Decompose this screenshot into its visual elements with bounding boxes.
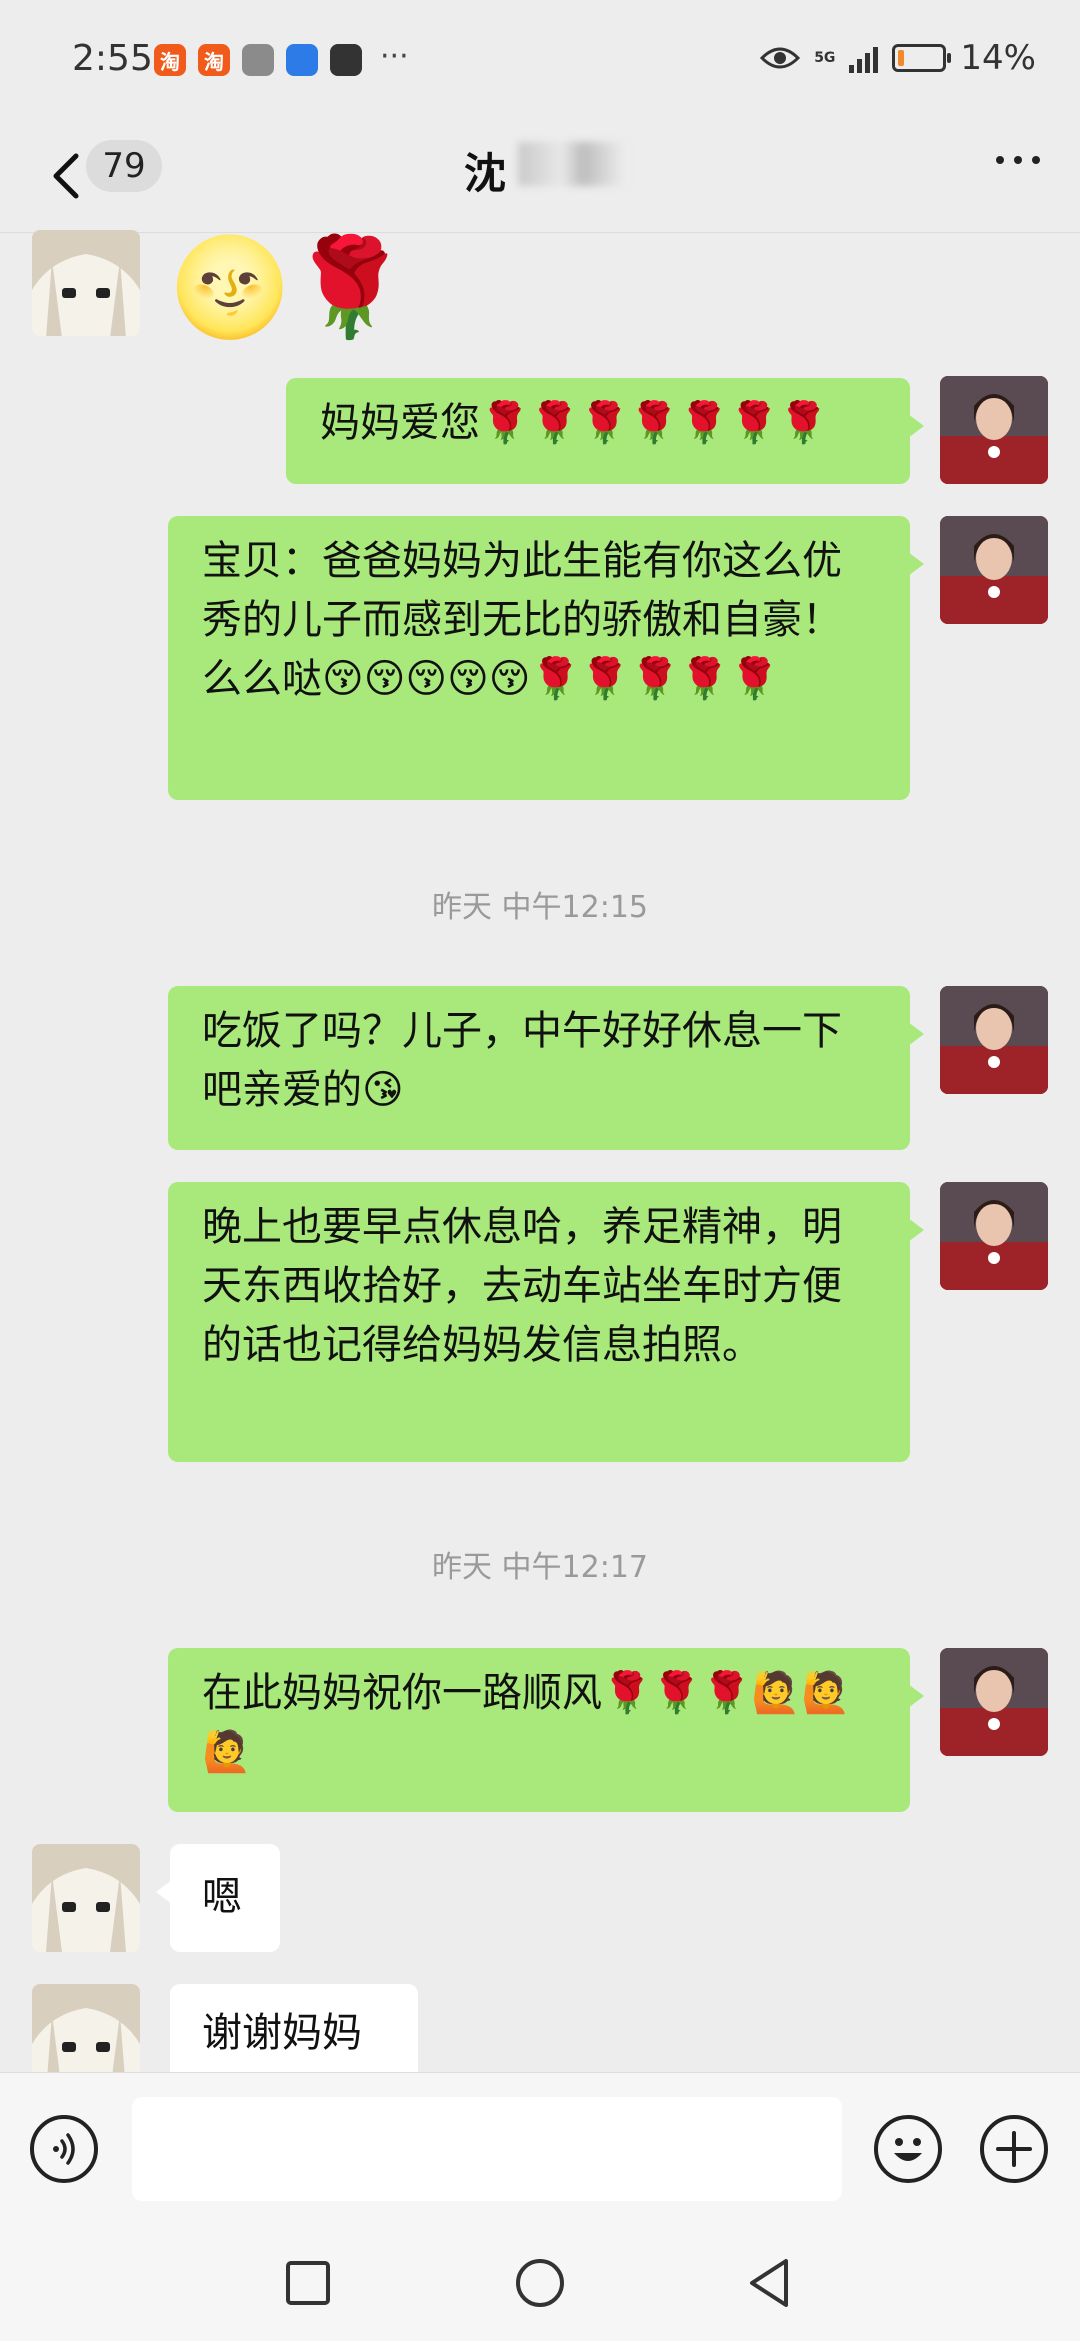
voice-icon[interactable]	[30, 2115, 98, 2183]
battery-percent: 14%	[960, 38, 1036, 78]
contact-avatar[interactable]	[32, 230, 140, 336]
status-bar: 2:55 淘 淘 ··· 5G 14%	[0, 0, 1080, 120]
bag-icon	[330, 44, 362, 76]
timestamp: 昨天 中午12:15	[432, 890, 648, 925]
blurred-name	[518, 142, 626, 186]
header-divider	[0, 232, 1080, 233]
eye-icon	[760, 47, 801, 69]
more-dots-icon[interactable]	[996, 156, 1040, 164]
unread-count-badge[interactable]: 79	[86, 140, 162, 192]
my-avatar[interactable]	[940, 516, 1048, 624]
taobao-icon: 淘	[198, 44, 230, 76]
message-bubble[interactable]: 妈妈爱您🌹🌹🌹🌹🌹🌹🌹	[286, 378, 924, 484]
app-icon	[286, 44, 318, 76]
message-bubble[interactable]: 吃饭了吗？儿子，中午好好休息一下吧亲爱的😘	[168, 986, 924, 1150]
message-bubble[interactable]: 在此妈妈祝你一路顺风🌹🌹🌹🙋🙋🙋	[168, 1648, 924, 1812]
more-notifications: ···	[380, 39, 409, 74]
my-avatar[interactable]	[940, 1648, 1048, 1756]
contact-avatar[interactable]	[32, 1844, 140, 1952]
my-avatar[interactable]	[940, 986, 1048, 1094]
battery-icon	[892, 44, 952, 72]
nav-back-icon[interactable]	[740, 2253, 800, 2313]
my-avatar[interactable]	[940, 1182, 1048, 1290]
contact-avatar[interactable]	[32, 1984, 140, 2072]
chat-header: 79 沈	[0, 120, 1080, 232]
input-bar	[0, 2072, 1080, 2341]
emoji-icon[interactable]	[874, 2115, 942, 2183]
timestamp: 昨天 中午12:17	[432, 1550, 648, 1585]
signal-icon	[849, 43, 879, 73]
message-bubble[interactable]: 宝贝：爸爸妈妈为此生能有你这么优秀的儿子而感到无比的骄傲和自豪！么么哒😚😚😚😚😚…	[168, 516, 924, 800]
message-bubble[interactable]: 嗯	[156, 1844, 280, 1952]
home-icon[interactable]	[510, 2253, 570, 2313]
network-type: 5G	[814, 49, 836, 66]
gallery-icon	[242, 44, 274, 76]
sticker-emoji[interactable]: 🌝🌹	[170, 232, 409, 342]
taobao-icon: 淘	[154, 44, 186, 76]
clock: 2:55	[72, 38, 153, 79]
message-bubble[interactable]: 晚上也要早点休息哈，养足精神，明天东西收拾好，去动车站坐车时方便的话也记得给妈妈…	[168, 1182, 924, 1462]
recent-apps-icon[interactable]	[278, 2253, 338, 2313]
notification-icons: 淘 淘 ···	[154, 39, 409, 76]
chat-title[interactable]: 沈	[464, 140, 506, 201]
message-bubble[interactable]: 谢谢妈妈	[170, 1984, 418, 2072]
my-avatar[interactable]	[940, 376, 1048, 484]
message-input[interactable]	[132, 2097, 842, 2201]
plus-icon[interactable]	[980, 2115, 1048, 2183]
